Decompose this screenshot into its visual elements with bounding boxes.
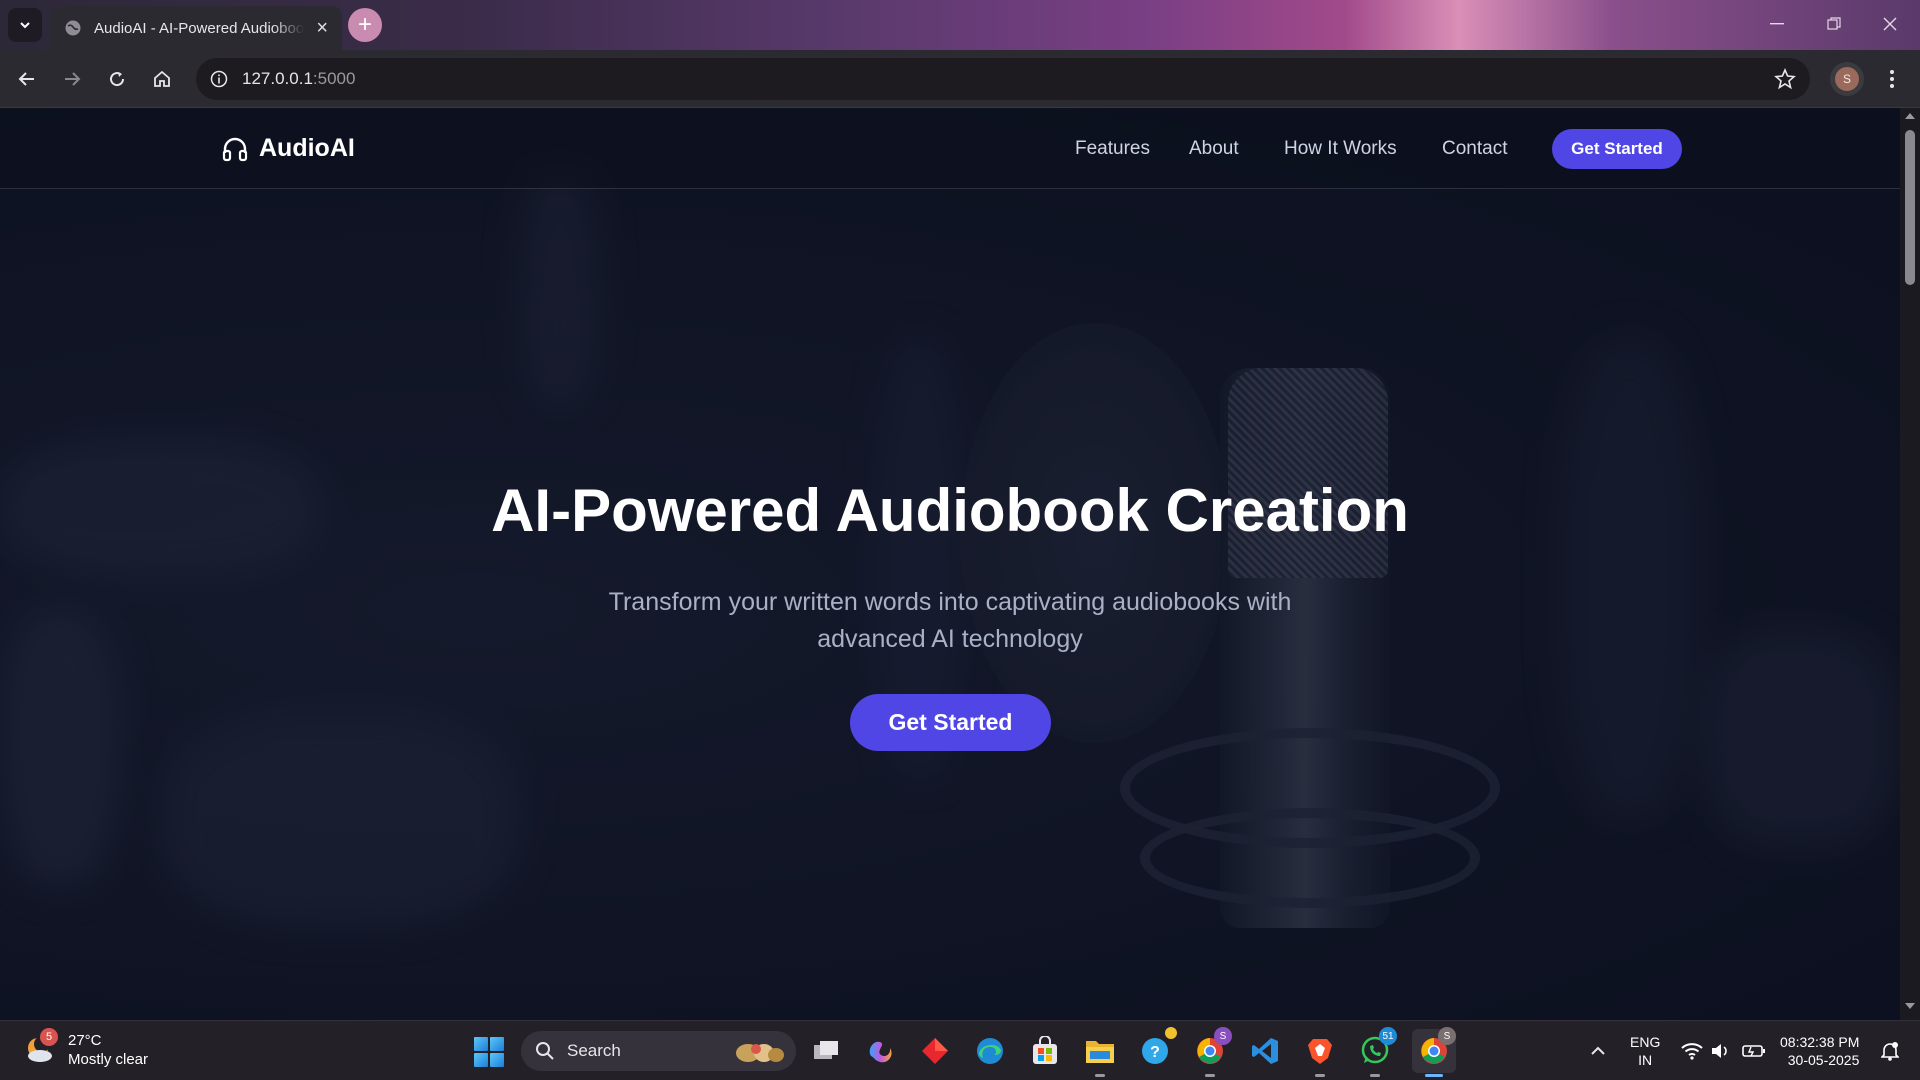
logo-text: AudioAI (259, 134, 355, 162)
svg-text:?: ? (1150, 1044, 1160, 1061)
weather-badge: 5 (40, 1028, 58, 1046)
arrow-left-icon (18, 72, 34, 86)
taskbar-search[interactable]: Search (521, 1031, 796, 1071)
profile-badge: S (1214, 1027, 1232, 1045)
language-code: ENG (1630, 1034, 1661, 1050)
browser-titlebar: AudioAI - AI-Powered Audiobook Creation … (0, 0, 1920, 50)
nav-link-contact[interactable]: Contact (1442, 138, 1507, 160)
new-tab-button[interactable]: + (348, 8, 382, 42)
weather-temperature: 27°C (68, 1032, 102, 1049)
scroll-down-arrow-icon[interactable] (1900, 1002, 1920, 1016)
nav-get-started-button[interactable]: Get Started (1552, 129, 1682, 169)
page-scrollbar[interactable] (1900, 108, 1920, 1020)
forward-button[interactable] (56, 63, 88, 95)
whatsapp-icon[interactable]: 51 (1357, 1027, 1397, 1077)
red-diamond-app-icon[interactable] (917, 1033, 953, 1069)
reload-button[interactable] (101, 63, 133, 95)
bookmark-star-icon[interactable] (1774, 68, 1796, 90)
dark-overlay (0, 108, 1900, 1020)
nav-link-about[interactable]: About (1189, 138, 1239, 160)
tab-close-icon[interactable]: × (316, 18, 328, 38)
search-label: Search (567, 1041, 621, 1060)
minimize-icon[interactable] (1763, 12, 1791, 36)
running-indicator (1370, 1074, 1380, 1077)
running-indicator (1205, 1074, 1215, 1077)
search-highlight-icon (736, 1044, 784, 1062)
profile-avatar[interactable]: S (1830, 62, 1864, 96)
unread-badge: 51 (1379, 1027, 1397, 1045)
microsoft-store-icon[interactable] (1027, 1033, 1063, 1069)
browser-toolbar: 127.0.0.1:5000 S (0, 50, 1920, 108)
clock-time: 08:32:38 PM (1780, 1034, 1860, 1050)
chrome-icon[interactable]: S (1412, 1027, 1456, 1077)
file-explorer-icon[interactable] (1082, 1033, 1118, 1077)
home-button[interactable] (146, 63, 178, 95)
profile-badge: S (1438, 1027, 1456, 1045)
site-navbar: AudioAI Features About How It Works Cont… (0, 108, 1900, 189)
address-bar[interactable]: 127.0.0.1:5000 (196, 58, 1810, 100)
moon-cloud-icon: 5 (22, 1028, 58, 1068)
chevron-down-icon (20, 22, 30, 29)
language-indicator[interactable]: ENG IN (1630, 1033, 1660, 1069)
home-icon (154, 70, 170, 87)
running-indicator (1315, 1074, 1325, 1077)
volume-icon[interactable] (1702, 1033, 1738, 1069)
battery-icon[interactable] (1736, 1033, 1772, 1069)
running-indicator (1095, 1074, 1105, 1077)
chrome-profile-icon[interactable]: S (1192, 1027, 1232, 1077)
nav-link-features[interactable]: Features (1075, 138, 1150, 160)
back-button[interactable] (11, 63, 43, 95)
scrollbar-thumb[interactable] (1905, 130, 1915, 285)
windows-taskbar: 5 27°C Mostly clear Search ? S 51 S ENG … (0, 1020, 1920, 1080)
scroll-up-arrow-icon[interactable] (1900, 112, 1920, 126)
vscode-icon[interactable] (1247, 1033, 1283, 1069)
brave-icon[interactable] (1302, 1033, 1338, 1077)
tab-search-button[interactable] (8, 8, 42, 42)
browser-menu-icon[interactable] (1880, 63, 1904, 95)
tab-title: AudioAI - AI-Powered Audiobook Creation (94, 19, 304, 37)
show-hidden-icons-chevron-icon[interactable] (1580, 1033, 1616, 1069)
nav-link-how-it-works[interactable]: How It Works (1284, 138, 1397, 160)
weather-description: Mostly clear (68, 1051, 149, 1068)
notification-bell-icon[interactable] (1872, 1033, 1908, 1069)
globe-icon (65, 20, 81, 36)
close-window-icon[interactable] (1876, 12, 1904, 36)
arrow-right-icon (65, 72, 81, 86)
hero-subtitle: Transform your written words into captiv… (608, 588, 1292, 653)
headphones-icon (222, 137, 248, 161)
browser-tab[interactable]: AudioAI - AI-Powered Audiobook Creation … (50, 6, 342, 50)
reload-icon (110, 72, 125, 87)
edge-icon[interactable] (972, 1033, 1008, 1069)
hero-get-started-button[interactable]: Get Started (850, 694, 1051, 751)
weather-widget[interactable]: 5 27°C Mostly clear (22, 1028, 149, 1069)
system-clock[interactable]: 08:32:38 PM 30-05-2025 (1780, 1033, 1859, 1069)
site-logo[interactable]: AudioAI (221, 134, 355, 163)
page-viewport: AudioAI Features About How It Works Cont… (0, 108, 1900, 1020)
clock-date: 30-05-2025 (1787, 1052, 1860, 1068)
restore-icon[interactable] (1820, 12, 1848, 36)
site-info-icon[interactable] (204, 64, 234, 94)
running-indicator (1425, 1074, 1443, 1077)
quick-assist-icon[interactable]: ? (1137, 1027, 1177, 1069)
search-icon (536, 1042, 554, 1060)
hero-title: AI-Powered Audiobook Creation (491, 477, 1409, 544)
notification-dot (1165, 1027, 1177, 1039)
windows-start-icon[interactable] (474, 1037, 504, 1067)
url-text: 127.0.0.1:5000 (242, 69, 356, 88)
copilot-icon[interactable] (862, 1033, 898, 1069)
region-code: IN (1638, 1052, 1653, 1068)
task-view-icon[interactable] (808, 1033, 844, 1069)
